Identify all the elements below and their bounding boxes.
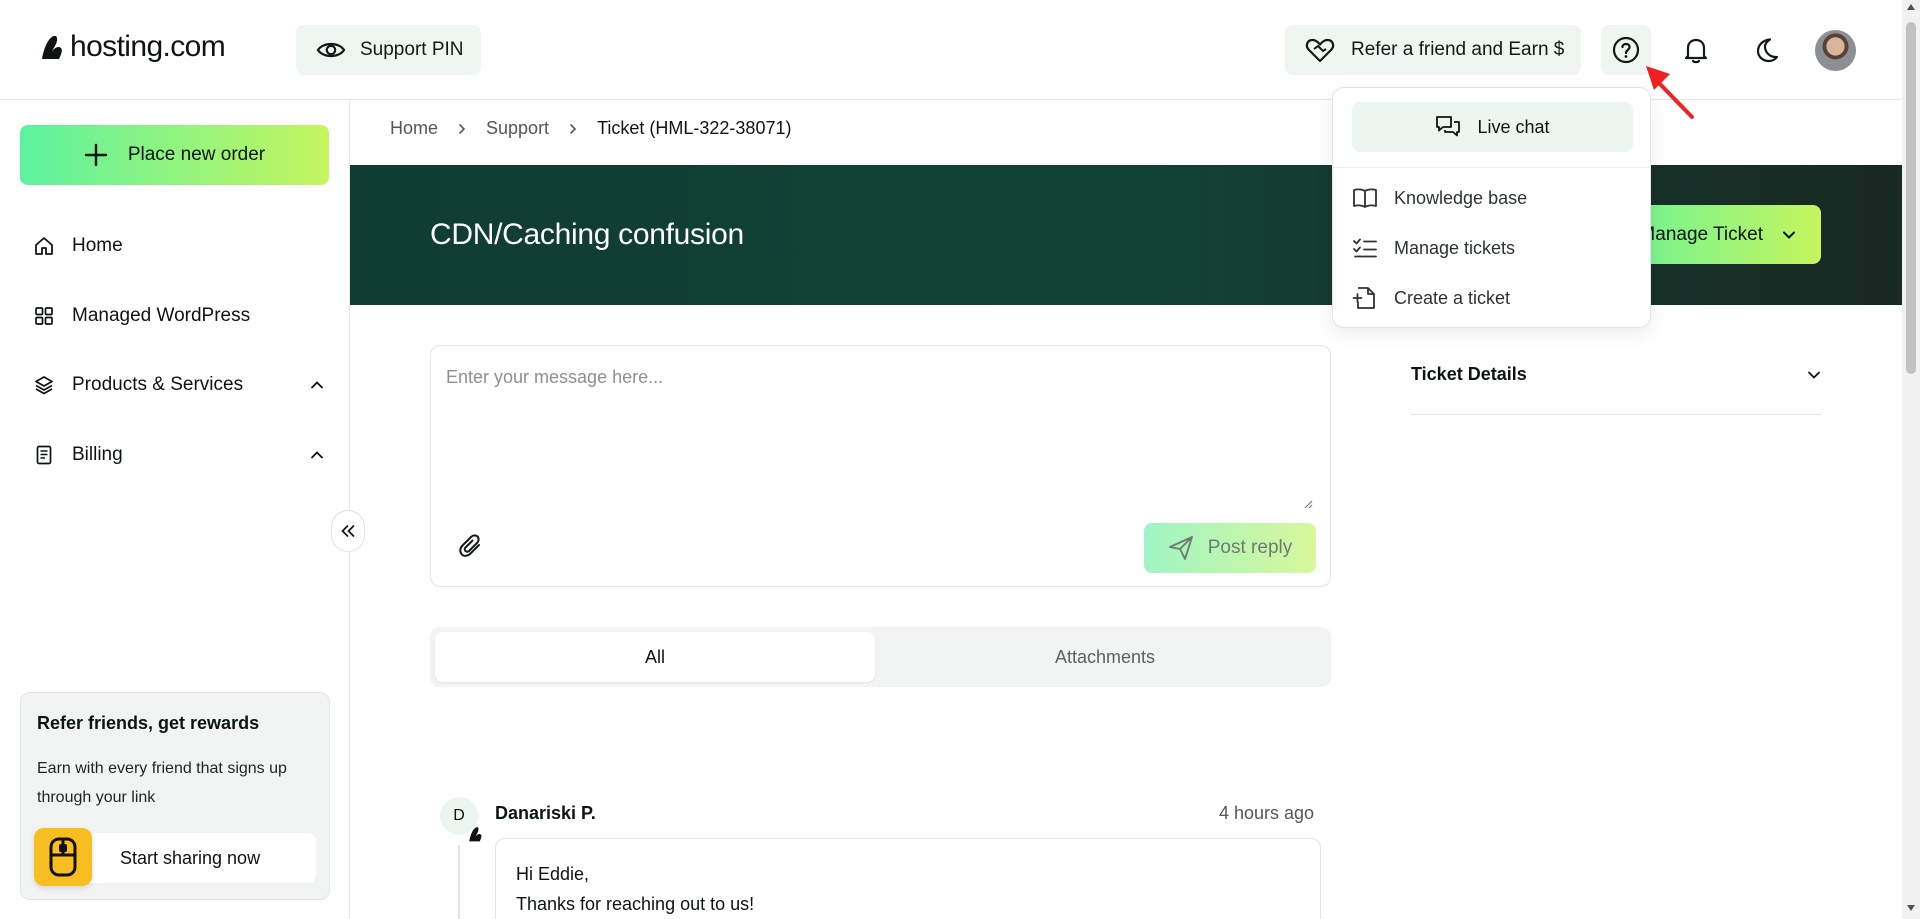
menu-item-label: Manage tickets: [1394, 237, 1516, 258]
resize-grip-icon[interactable]: [1303, 499, 1313, 509]
checklist-icon: [1352, 237, 1378, 259]
mouse-icon: [48, 837, 78, 877]
post-reply-label: Post reply: [1207, 537, 1293, 558]
grid-icon: [34, 306, 54, 326]
sidebar: Place new order Home Managed WordPress P…: [0, 100, 350, 919]
heart-handshake-icon: [1305, 37, 1335, 63]
tab-attachments[interactable]: Attachments: [885, 632, 1325, 682]
sidebar-item-label: Managed WordPress: [72, 305, 251, 326]
chevron-up-icon[interactable]: [310, 448, 324, 462]
chevron-up-icon[interactable]: [310, 378, 324, 392]
sidebar-item-label: Products & Services: [72, 374, 244, 395]
ticket-title: CDN/Caching confusion: [430, 218, 744, 251]
scroll-down-arrow-icon[interactable]: [1907, 905, 1915, 911]
page-scrollbar[interactable]: [1902, 0, 1920, 919]
place-new-order-button[interactable]: Place new order: [20, 125, 329, 185]
start-sharing-label: Start sharing now: [120, 847, 261, 868]
refer-card-body: Earn with every friend that signs up thr…: [37, 760, 287, 806]
breadcrumb-current-ticket: Ticket (HML-322-38071): [597, 118, 792, 138]
hosting-logo-icon: [40, 33, 66, 61]
pointer-arrow-icon: [1640, 62, 1696, 120]
breadcrumb-home[interactable]: Home: [390, 118, 438, 139]
help-circle-icon: [1612, 36, 1640, 64]
reply-composer: Post reply: [430, 345, 1331, 587]
menu-item-knowledge-base[interactable]: Knowledge base: [1352, 180, 1633, 216]
menu-item-label: Knowledge base: [1394, 187, 1528, 208]
logo[interactable]: hosting.com: [40, 30, 226, 64]
book-icon: [1352, 187, 1378, 209]
sidebar-item-products-services[interactable]: Products & Services: [34, 365, 324, 405]
menu-item-label: Create a ticket: [1394, 287, 1511, 308]
thread-line: [458, 845, 460, 919]
page: hosting.com Support PIN Refer a friend a…: [0, 0, 1920, 919]
logo-text: hosting.com: [70, 30, 226, 63]
message-bubble: Hi Eddie, Thanks for reaching out to us!: [495, 838, 1321, 919]
breadcrumb-support[interactable]: Support: [486, 118, 549, 139]
refer-card-title: Refer friends, get rewards: [37, 713, 260, 733]
layers-icon: [34, 375, 54, 395]
file-plus-icon: [1352, 286, 1378, 310]
support-pin-label: Support PIN: [360, 39, 464, 60]
chevrons-left-icon: [340, 524, 356, 538]
manage-ticket-label: Manage Ticket: [1639, 223, 1763, 245]
tab-all[interactable]: All: [435, 632, 875, 682]
avatar-initial: D: [453, 807, 465, 824]
eye-icon: [316, 40, 346, 60]
ticket-details-toggle[interactable]: Ticket Details: [1411, 355, 1821, 415]
home-icon: [34, 236, 54, 256]
message-line: Thanks for reaching out to us!: [516, 894, 755, 914]
receipt-icon: [34, 445, 54, 465]
breadcrumb: Home Support Ticket (HML-322-38071): [390, 118, 791, 139]
help-dropdown-menu: Live chat Knowledge base Manage tickets: [1332, 87, 1651, 328]
place-new-order-label: Place new order: [127, 144, 266, 165]
menu-item-create-ticket[interactable]: Create a ticket: [1352, 280, 1633, 316]
post-reply-button[interactable]: Post reply: [1144, 523, 1316, 573]
message-line: Hi Eddie,: [516, 864, 590, 884]
mouse-badge[interactable]: [34, 828, 92, 886]
refer-friend-label: Refer a friend and Earn $: [1351, 39, 1565, 60]
sidebar-item-billing[interactable]: Billing: [34, 435, 324, 475]
refer-friend-button[interactable]: Refer a friend and Earn $: [1285, 25, 1581, 75]
user-avatar[interactable]: [1815, 30, 1856, 71]
message-input[interactable]: [432, 347, 1315, 512]
chevron-down-icon: [1781, 227, 1797, 243]
send-icon: [1168, 535, 1194, 561]
chevron-right-icon: [567, 123, 579, 135]
message-timestamp: 4 hours ago: [1219, 803, 1315, 823]
plus-icon: [84, 143, 108, 167]
dark-mode-toggle[interactable]: [1741, 25, 1791, 75]
ticket-details-label: Ticket Details: [1411, 364, 1527, 384]
message-tabs: All Attachments: [430, 627, 1331, 687]
paperclip-icon[interactable]: [457, 532, 485, 560]
sidebar-item-home[interactable]: Home: [34, 226, 324, 266]
moon-icon: [1752, 36, 1780, 64]
live-chat-button[interactable]: Live chat: [1352, 102, 1633, 152]
scroll-up-arrow-icon[interactable]: [1907, 4, 1915, 10]
sidebar-item-label: Billing: [72, 444, 123, 465]
hosting-logo-icon: [468, 825, 484, 843]
message-author-name: Danariski P.: [495, 803, 596, 823]
chevron-down-icon: [1807, 368, 1821, 382]
collapse-sidebar-button[interactable]: [331, 510, 365, 552]
support-pin-button[interactable]: Support PIN: [296, 25, 481, 75]
top-bar: hosting.com Support PIN Refer a friend a…: [0, 0, 1902, 100]
chat-bubbles-icon: [1435, 115, 1461, 139]
chevron-right-icon: [456, 123, 468, 135]
sidebar-item-label: Home: [72, 235, 123, 256]
bell-icon: [1682, 36, 1710, 64]
sidebar-item-managed-wordpress[interactable]: Managed WordPress: [34, 296, 324, 336]
menu-divider: [1333, 167, 1650, 168]
menu-item-manage-tickets[interactable]: Manage tickets: [1352, 230, 1633, 266]
live-chat-label: Live chat: [1477, 116, 1550, 137]
scrollbar-thumb[interactable]: [1906, 22, 1916, 374]
